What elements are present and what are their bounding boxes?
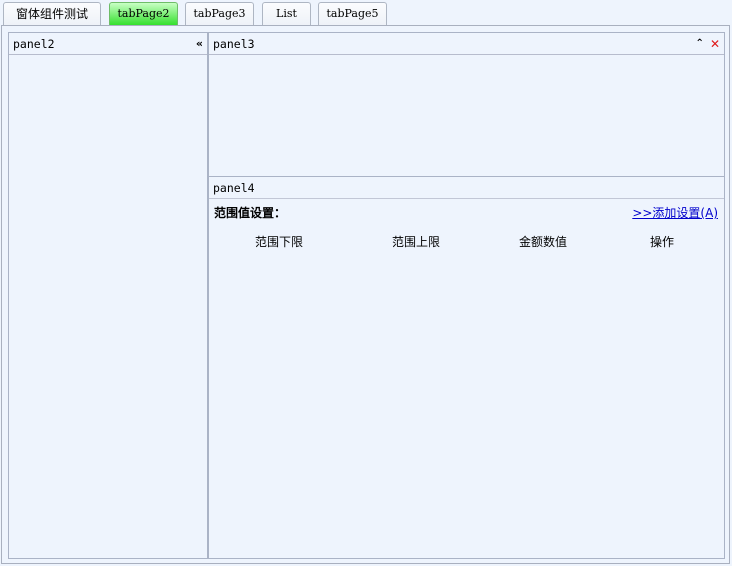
tab-bar: 窗体组件测试 tabPage2 tabPage3 List tabPage5: [0, 0, 732, 26]
tab-tabpage2[interactable]: tabPage2: [109, 2, 178, 25]
panel4: panel4 范围值设置： >>添加设置(A) 范围下限 范围上限 金额数值 操…: [208, 176, 725, 559]
form-window: 窗体组件测试 tabPage2 tabPage3 List tabPage5 p…: [0, 0, 732, 566]
tab-tabpage5[interactable]: tabPage5: [318, 2, 387, 25]
panel3-title: panel3: [213, 37, 255, 51]
column-header-upper-limit: 范围上限: [392, 235, 441, 249]
collapse-up-icon[interactable]: ⌃: [696, 33, 704, 55]
add-setting-link[interactable]: >>添加设置(A): [632, 204, 718, 221]
column-header-lower-limit: 范围下限: [255, 235, 304, 249]
close-icon[interactable]: ✕: [710, 33, 720, 55]
tab-content-area: panel2 « panel3 ⌃ ✕ panel4 范围值设置： >>添加设置…: [1, 25, 730, 564]
column-header-amount: 金额数值: [519, 235, 568, 249]
panel4-header: panel4: [209, 177, 724, 199]
panel4-title: panel4: [213, 181, 255, 195]
panel2-header: panel2 «: [9, 33, 207, 55]
column-header-action: 操作: [650, 235, 675, 249]
collapse-left-icon[interactable]: «: [196, 33, 203, 55]
panel3: panel3 ⌃ ✕: [208, 32, 725, 177]
tab-tabpage3[interactable]: tabPage3: [185, 2, 254, 25]
tab-form-component-test[interactable]: 窗体组件测试: [3, 2, 101, 25]
tab-list[interactable]: List: [262, 2, 311, 25]
range-settings-title: 范围值设置：: [214, 206, 287, 220]
panel2: panel2 «: [8, 32, 208, 559]
panel2-title: panel2: [13, 37, 55, 51]
panel3-header: panel3 ⌃ ✕: [209, 33, 724, 55]
